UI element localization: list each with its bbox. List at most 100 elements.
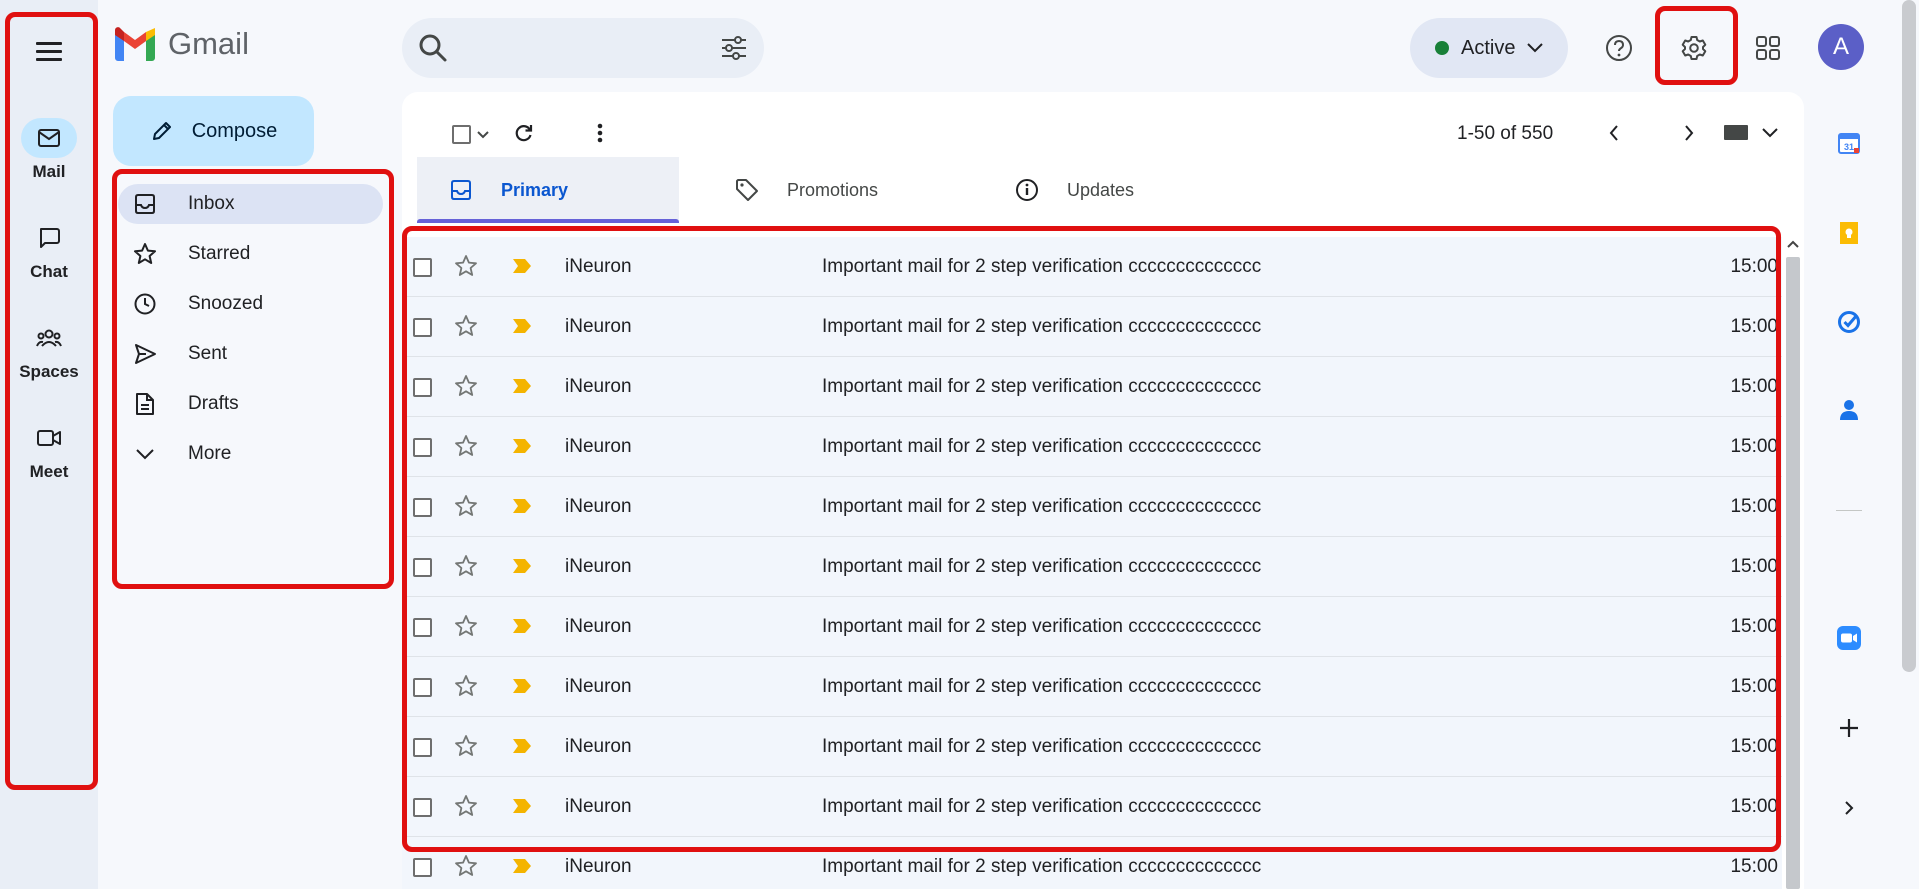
rail-icon-wrap bbox=[21, 118, 77, 158]
nav-item-drafts[interactable]: Drafts bbox=[118, 384, 383, 424]
email-row[interactable]: iNeuron Important mail for 2 step verific… bbox=[402, 237, 1782, 297]
apps-button[interactable] bbox=[1744, 24, 1792, 72]
search-bar[interactable] bbox=[402, 18, 764, 78]
star-icon[interactable] bbox=[454, 674, 478, 698]
rail-item-chat[interactable]: Chat bbox=[0, 218, 98, 282]
add-icon bbox=[1840, 719, 1858, 737]
important-marker-icon[interactable] bbox=[512, 798, 532, 814]
row-checkbox[interactable] bbox=[413, 678, 432, 697]
row-checkbox[interactable] bbox=[413, 258, 432, 277]
chevron-down-icon bbox=[132, 441, 158, 467]
important-marker-icon[interactable] bbox=[512, 558, 532, 574]
important-marker-icon[interactable] bbox=[512, 318, 532, 334]
star-icon[interactable] bbox=[454, 254, 478, 278]
nav-label-more: More bbox=[188, 443, 232, 464]
important-marker-icon[interactable] bbox=[512, 258, 532, 274]
get-addons-button[interactable] bbox=[1818, 705, 1880, 751]
search-icon[interactable] bbox=[418, 33, 448, 63]
important-marker-icon[interactable] bbox=[512, 738, 532, 754]
tasks-button[interactable] bbox=[1818, 299, 1880, 345]
nav-label-drafts: Drafts bbox=[188, 393, 239, 414]
rail-item-meet[interactable]: Meet bbox=[0, 418, 98, 482]
side-panel-divider bbox=[1836, 510, 1862, 511]
settings-button[interactable] bbox=[1670, 24, 1718, 72]
density-toggle[interactable] bbox=[1724, 125, 1778, 140]
star-icon[interactable] bbox=[454, 614, 478, 638]
page-scrollbar[interactable] bbox=[1899, 0, 1919, 889]
star-icon[interactable] bbox=[454, 794, 478, 818]
chat-icon bbox=[40, 228, 60, 248]
nav-item-sent[interactable]: Sent bbox=[118, 334, 383, 374]
important-marker-icon[interactable] bbox=[512, 858, 532, 874]
important-marker-icon[interactable] bbox=[512, 498, 532, 514]
email-row[interactable]: iNeuron Important mail for 2 step verific… bbox=[402, 357, 1782, 417]
older-button[interactable] bbox=[1684, 124, 1694, 142]
gmail-logo[interactable]: Gmail bbox=[112, 26, 249, 62]
star-icon[interactable] bbox=[454, 554, 478, 578]
nav-item-starred[interactable]: Starred bbox=[118, 234, 383, 274]
rail-item-mail[interactable]: Mail bbox=[0, 118, 98, 182]
email-row[interactable]: iNeuron Important mail for 2 step verific… bbox=[402, 477, 1782, 537]
star-icon[interactable] bbox=[454, 854, 478, 878]
calendar-button[interactable]: 31 bbox=[1818, 120, 1880, 166]
account-avatar[interactable]: A bbox=[1818, 24, 1864, 70]
row-checkbox[interactable] bbox=[413, 618, 432, 637]
nav-item-inbox[interactable]: Inbox bbox=[118, 184, 383, 224]
rail-item-spaces[interactable]: Spaces bbox=[0, 318, 98, 382]
tab-updates[interactable]: Updates bbox=[1015, 157, 1277, 223]
more-actions-button[interactable] bbox=[597, 123, 603, 143]
expand-side-panel-button[interactable] bbox=[1818, 785, 1880, 831]
newer-button[interactable] bbox=[1609, 124, 1619, 142]
row-checkbox[interactable] bbox=[413, 438, 432, 457]
important-marker-icon[interactable] bbox=[512, 438, 532, 454]
contacts-button[interactable] bbox=[1818, 387, 1880, 433]
tab-primary[interactable]: Primary bbox=[417, 157, 679, 223]
tab-promotions[interactable]: Promotions bbox=[735, 157, 997, 223]
calendar-icon: 31 bbox=[1838, 133, 1860, 154]
row-checkbox[interactable] bbox=[413, 558, 432, 577]
search-options-icon[interactable] bbox=[720, 35, 748, 61]
select-all-checkbox[interactable] bbox=[452, 125, 489, 144]
row-checkbox[interactable] bbox=[413, 798, 432, 817]
search-input[interactable] bbox=[464, 32, 688, 66]
star-icon[interactable] bbox=[454, 494, 478, 518]
email-row[interactable]: iNeuron Important mail for 2 step verific… bbox=[402, 837, 1782, 889]
email-row[interactable]: iNeuron Important mail for 2 step verific… bbox=[402, 417, 1782, 477]
zoom-button[interactable] bbox=[1818, 615, 1880, 661]
star-icon[interactable] bbox=[454, 374, 478, 398]
email-row[interactable]: iNeuron Important mail for 2 step verific… bbox=[402, 297, 1782, 357]
important-marker-icon[interactable] bbox=[512, 618, 532, 634]
important-marker-icon[interactable] bbox=[512, 678, 532, 694]
caret-down-icon bbox=[1762, 127, 1778, 137]
email-row[interactable]: iNeuron Important mail for 2 step verific… bbox=[402, 597, 1782, 657]
help-button[interactable] bbox=[1595, 24, 1643, 72]
page-scrollbar-thumb[interactable] bbox=[1902, 0, 1916, 672]
main-menu-button[interactable] bbox=[26, 28, 72, 74]
status-selector[interactable]: Active bbox=[1410, 18, 1568, 78]
email-row[interactable]: iNeuron Important mail for 2 step verific… bbox=[402, 717, 1782, 777]
nav-item-snoozed[interactable]: Snoozed bbox=[118, 284, 383, 324]
list-scrollbar[interactable] bbox=[1785, 237, 1801, 889]
compose-button[interactable]: Compose bbox=[113, 96, 314, 166]
compose-label: Compose bbox=[191, 119, 278, 142]
email-row[interactable]: iNeuron Important mail for 2 step verific… bbox=[402, 657, 1782, 717]
refresh-button[interactable] bbox=[514, 123, 534, 143]
star-icon[interactable] bbox=[454, 434, 478, 458]
email-row[interactable]: iNeuron Important mail for 2 step verific… bbox=[402, 777, 1782, 837]
row-checkbox[interactable] bbox=[413, 378, 432, 397]
star-icon[interactable] bbox=[454, 734, 478, 758]
keep-button[interactable] bbox=[1818, 210, 1880, 256]
row-checkbox[interactable] bbox=[413, 318, 432, 337]
nav-item-more[interactable]: More bbox=[118, 434, 383, 474]
important-marker-icon[interactable] bbox=[512, 378, 532, 394]
row-checkbox[interactable] bbox=[413, 498, 432, 517]
scroll-up-icon[interactable] bbox=[1785, 237, 1801, 251]
row-checkbox[interactable] bbox=[413, 738, 432, 757]
scrollbar-thumb[interactable] bbox=[1786, 257, 1800, 889]
row-checkbox[interactable] bbox=[413, 858, 432, 877]
chevron-down-icon bbox=[1527, 43, 1544, 53]
star-icon[interactable] bbox=[454, 314, 478, 338]
email-row[interactable]: iNeuron Important mail for 2 step verific… bbox=[402, 537, 1782, 597]
zoom-icon bbox=[1837, 626, 1861, 650]
star-icon bbox=[132, 241, 158, 267]
